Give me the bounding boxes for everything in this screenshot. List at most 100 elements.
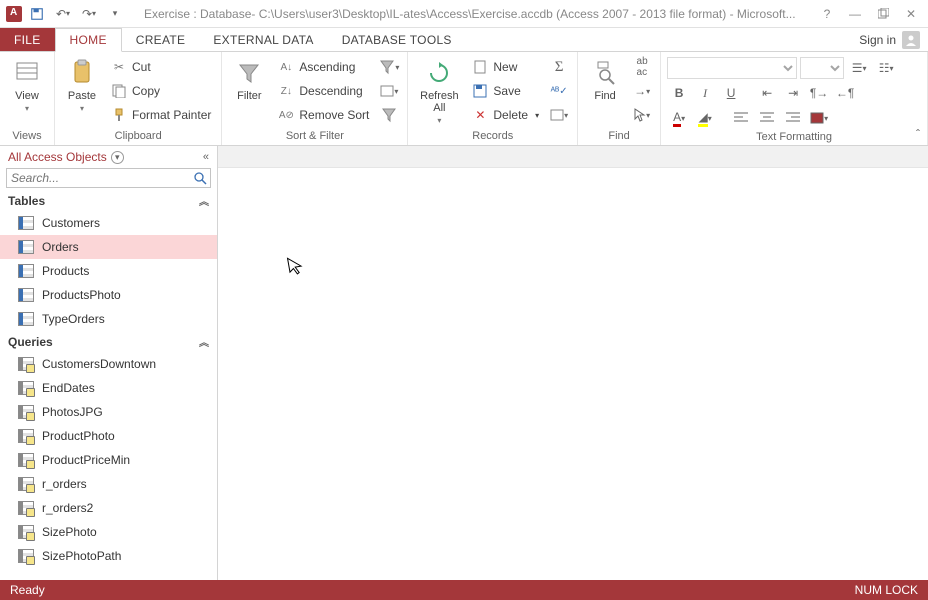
- nav-item-query[interactable]: CustomersDowntown: [0, 352, 217, 376]
- refresh-icon: [427, 58, 451, 88]
- font-size-combo[interactable]: [800, 57, 844, 79]
- format-painter-button[interactable]: Format Painter: [107, 104, 215, 126]
- nav-section-queries[interactable]: Queries︽: [0, 331, 217, 352]
- font-color-button[interactable]: A▾: [667, 107, 691, 129]
- find-button[interactable]: Find: [584, 54, 626, 102]
- gridlines-button[interactable]: ▾: [807, 107, 831, 129]
- totals-button[interactable]: Σ: [547, 56, 571, 78]
- italic-button[interactable]: I: [693, 82, 717, 104]
- nav-search-box[interactable]: [6, 168, 211, 188]
- sort-desc-icon: Z↓: [278, 86, 294, 97]
- tab-home[interactable]: HOME: [55, 28, 122, 52]
- nav-item-query[interactable]: EndDates: [0, 376, 217, 400]
- nav-item-query[interactable]: SizePhoto: [0, 520, 217, 544]
- nav-item-table[interactable]: TypeOrders: [0, 307, 217, 331]
- paste-button[interactable]: Paste ▾: [61, 54, 103, 113]
- nav-item-table[interactable]: Products: [0, 259, 217, 283]
- query-icon: [18, 501, 34, 515]
- filter-button[interactable]: Filter: [228, 54, 270, 102]
- bullets-icon[interactable]: ☰▾: [847, 57, 871, 79]
- delete-record-button[interactable]: ✕Delete▾: [468, 104, 543, 126]
- nav-item-label: ProductPriceMin: [42, 453, 130, 467]
- tab-external-data[interactable]: EXTERNAL DATA: [199, 28, 327, 51]
- ltr-button[interactable]: ¶→: [807, 82, 831, 104]
- document-tab-bar: [218, 146, 928, 168]
- qat-redo-icon[interactable]: ↷▾: [78, 3, 100, 25]
- save-record-button[interactable]: Save: [468, 80, 543, 102]
- advanced-filter-button[interactable]: ▾: [377, 80, 401, 102]
- table-icon: [18, 312, 34, 326]
- more-records-button[interactable]: ▾: [547, 104, 571, 126]
- underline-button[interactable]: U: [719, 82, 743, 104]
- nav-item-label: ProductsPhoto: [42, 288, 121, 302]
- nav-collapse-icon[interactable]: «: [203, 151, 209, 163]
- search-icon[interactable]: [190, 172, 210, 185]
- nav-item-table[interactable]: Orders: [0, 235, 217, 259]
- align-center-button[interactable]: [755, 107, 779, 129]
- help-icon[interactable]: ?: [818, 5, 836, 23]
- tab-database-tools[interactable]: DATABASE TOOLS: [328, 28, 466, 51]
- copy-button[interactable]: Copy: [107, 80, 215, 102]
- remove-sort-button[interactable]: A⊘Remove Sort: [274, 104, 373, 126]
- goto-button[interactable]: →▾: [630, 80, 654, 102]
- nav-item-query[interactable]: ProductPriceMin: [0, 448, 217, 472]
- toggle-filter-button[interactable]: [377, 104, 401, 126]
- group-label-sortfilter: Sort & Filter: [228, 128, 401, 145]
- minimize-icon[interactable]: —: [846, 5, 864, 23]
- tab-create[interactable]: CREATE: [122, 28, 200, 51]
- new-record-button[interactable]: New: [468, 56, 543, 78]
- indent-button[interactable]: ⇥: [781, 82, 805, 104]
- replace-button[interactable]: abac: [630, 56, 654, 78]
- nav-item-query[interactable]: SizePhotoPath: [0, 544, 217, 568]
- collapse-section-icon[interactable]: ︽: [199, 334, 209, 349]
- ribbon: View ▾ Views Paste ▾ ✂Cut Copy Format Pa…: [0, 52, 928, 146]
- nav-item-label: TypeOrders: [42, 312, 105, 326]
- group-find: Find abac →▾ ▾ Find: [578, 52, 661, 145]
- query-icon: [18, 429, 34, 443]
- dedent-button[interactable]: ⇤: [755, 82, 779, 104]
- nav-item-query[interactable]: r_orders2: [0, 496, 217, 520]
- sign-in-button[interactable]: Sign in: [851, 28, 928, 51]
- nav-item-query[interactable]: PhotosJPG: [0, 400, 217, 424]
- restore-icon[interactable]: [874, 5, 892, 23]
- status-numlock: NUM LOCK: [855, 583, 918, 597]
- numbering-icon[interactable]: ☷▾: [874, 57, 898, 79]
- selection-filter-button[interactable]: ▾: [377, 56, 401, 78]
- main-area: All Access Objects ▾ « Tables︽ Customers…: [0, 146, 928, 580]
- rtl-button[interactable]: ←¶: [833, 82, 857, 104]
- qat-undo-icon[interactable]: ↶▾: [52, 3, 74, 25]
- collapse-ribbon-icon[interactable]: ˆ: [916, 127, 920, 141]
- descending-button[interactable]: Z↓Descending: [274, 80, 373, 102]
- font-name-combo[interactable]: [667, 57, 797, 79]
- tab-file[interactable]: FILE: [0, 28, 55, 51]
- nav-item-query[interactable]: r_orders: [0, 472, 217, 496]
- nav-dropdown-icon[interactable]: ▾: [111, 151, 124, 164]
- spelling-button[interactable]: ᴬᴮ✓: [547, 80, 571, 102]
- paste-icon: [69, 58, 95, 88]
- refresh-all-button[interactable]: Refresh All ▾: [414, 54, 464, 125]
- group-views: View ▾ Views: [0, 52, 55, 145]
- align-right-button[interactable]: [781, 107, 805, 129]
- bold-button[interactable]: B: [667, 82, 691, 104]
- nav-item-query[interactable]: ProductPhoto: [0, 424, 217, 448]
- delete-icon: ✕: [472, 108, 488, 122]
- qat-customize-icon[interactable]: ▾: [104, 3, 126, 25]
- group-text-formatting: ☰▾ ☷▾ B I U ⇤ ⇥ ¶→ ←¶ A▾ ◢▾ ▾: [661, 52, 928, 145]
- close-icon[interactable]: ✕: [902, 5, 920, 23]
- fill-color-button[interactable]: ◢▾: [693, 107, 717, 129]
- select-button[interactable]: ▾: [630, 104, 654, 126]
- nav-pane-header[interactable]: All Access Objects ▾ «: [0, 146, 217, 166]
- copy-icon: [111, 84, 127, 98]
- nav-section-tables[interactable]: Tables︽: [0, 190, 217, 211]
- nav-item-table[interactable]: Customers: [0, 211, 217, 235]
- view-button[interactable]: View ▾: [6, 54, 48, 113]
- ascending-button[interactable]: A↓Ascending: [274, 56, 373, 78]
- sort-asc-icon: A↓: [278, 62, 294, 73]
- group-label-clipboard: Clipboard: [61, 128, 215, 145]
- qat-save-icon[interactable]: [26, 3, 48, 25]
- align-left-button[interactable]: [729, 107, 753, 129]
- collapse-section-icon[interactable]: ︽: [199, 193, 209, 208]
- cut-button[interactable]: ✂Cut: [107, 56, 215, 78]
- nav-search-input[interactable]: [7, 171, 190, 185]
- nav-item-table[interactable]: ProductsPhoto: [0, 283, 217, 307]
